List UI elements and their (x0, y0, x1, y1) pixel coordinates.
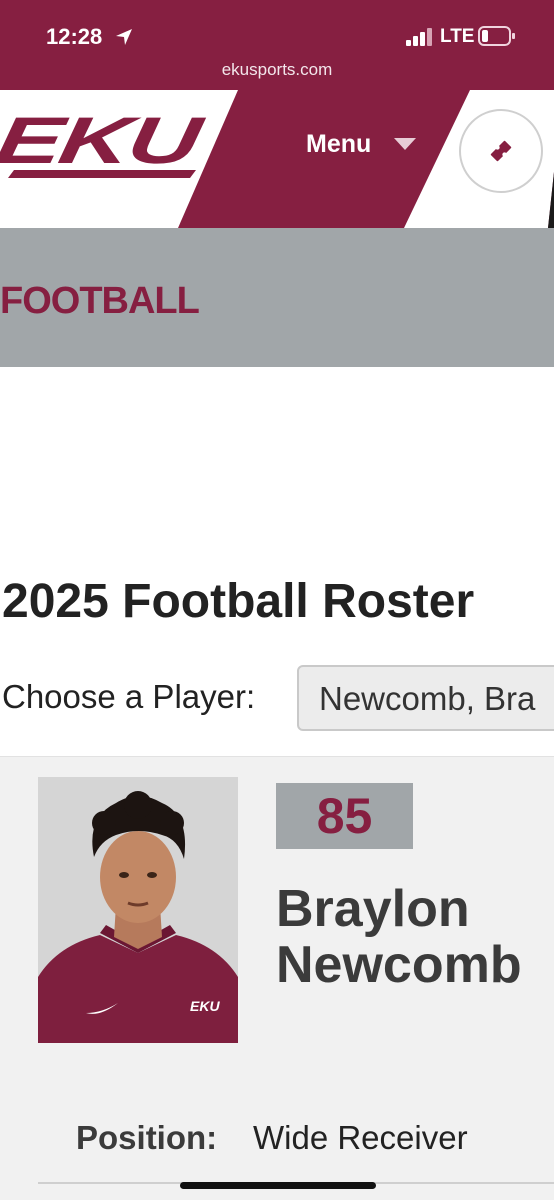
status-time: 12:28 (46, 24, 103, 49)
eku-logo[interactable]: EKU (0, 90, 240, 228)
url-bar[interactable]: ekusports.com (0, 60, 554, 80)
player-name: Braylon Newcomb (276, 881, 522, 993)
position-label: Position: (76, 1119, 218, 1156)
sport-title[interactable]: FOOTBALL (0, 280, 200, 323)
network-label: LTE (440, 26, 475, 47)
player-card: EKU 85 Braylon Newcomb Position: Wide Re… (0, 756, 554, 1200)
chevron-down-icon[interactable] (394, 138, 416, 152)
shirt-logo: EKU (190, 998, 220, 1014)
player-select[interactable]: Newcomb, Bra (297, 665, 554, 731)
player-select-value: Newcomb, Bra (319, 680, 536, 717)
choose-player-label: Choose a Player: (2, 678, 256, 715)
menu-button[interactable]: Menu (306, 130, 371, 159)
svg-text:EKU: EKU (0, 104, 209, 177)
home-indicator[interactable] (180, 1182, 376, 1189)
player-first-name: Braylon (276, 880, 470, 938)
signal-icon (406, 28, 432, 46)
position-value: Wide Receiver (253, 1119, 468, 1156)
tickets-button[interactable] (459, 109, 543, 193)
sport-banner: FOOTBALL (0, 228, 554, 367)
status-bar: 12:28 LTE ekusports.com (0, 0, 554, 90)
ticket-icon (490, 140, 512, 162)
player-last-name: Newcomb (276, 936, 522, 994)
battery-icon (478, 26, 515, 46)
page-title: 2025 Football Roster (2, 575, 475, 628)
jersey-number-badge: 85 (276, 783, 413, 849)
jersey-number: 85 (316, 788, 373, 844)
player-photo: EKU (38, 777, 238, 1043)
site-header: EKU Menu (0, 90, 554, 228)
location-arrow-icon (116, 29, 132, 45)
